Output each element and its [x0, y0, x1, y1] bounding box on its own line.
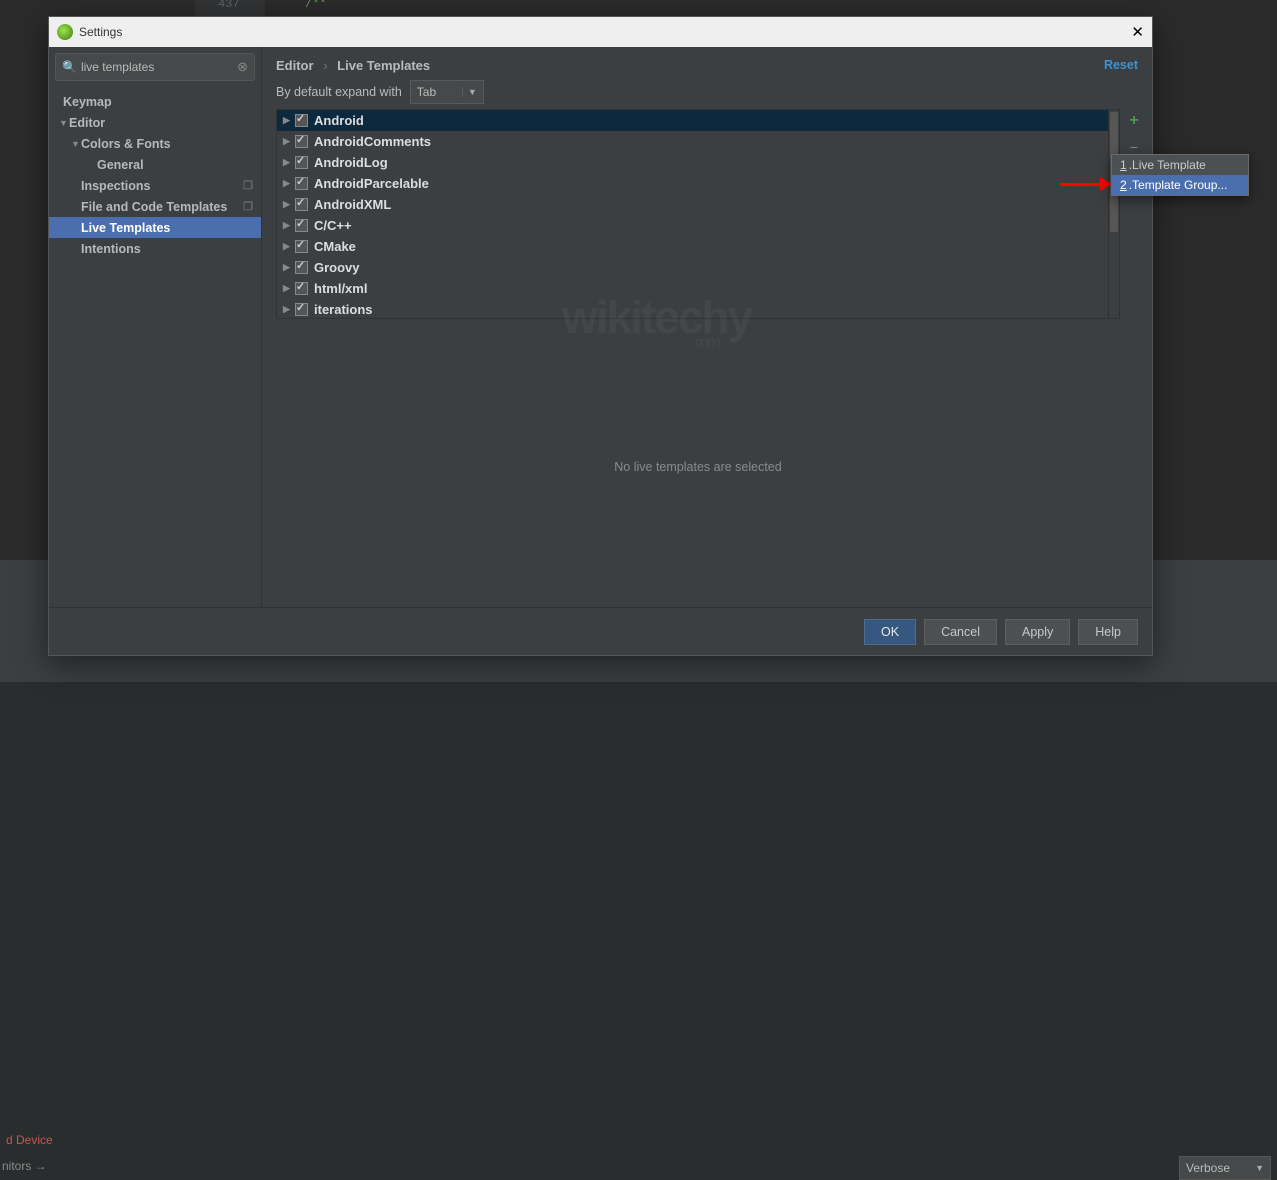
template-group-label: C/C++	[314, 218, 352, 233]
template-group-label: html/xml	[314, 281, 367, 296]
dialog-body: 🔍 ⊗ Keymap ▼Editor ▼Colors & Fonts Gener…	[49, 47, 1152, 607]
checkbox[interactable]	[295, 198, 308, 211]
checkbox[interactable]	[295, 156, 308, 169]
cancel-button[interactable]: Cancel	[924, 619, 997, 645]
template-group-row[interactable]: ▶ Android	[277, 110, 1119, 131]
expand-with-label: By default expand with	[276, 85, 402, 99]
dialog-titlebar[interactable]: Settings ✕	[49, 17, 1152, 47]
clear-search-icon[interactable]: ⊗	[237, 59, 248, 75]
gear-icon: ❐	[243, 200, 253, 213]
tree-node-keymap[interactable]: Keymap	[49, 91, 261, 112]
settings-sidebar: 🔍 ⊗ Keymap ▼Editor ▼Colors & Fonts Gener…	[49, 47, 262, 607]
chevron-down-icon: ▼	[59, 118, 69, 128]
template-group-row[interactable]: ▶ iterations	[277, 299, 1119, 320]
help-button[interactable]: Help	[1078, 619, 1138, 645]
checkbox[interactable]	[295, 219, 308, 232]
add-button[interactable]: +	[1123, 110, 1145, 132]
breadcrumb-row: Editor › Live Templates Reset	[262, 47, 1152, 75]
chevron-right-icon: ▶	[283, 262, 295, 273]
template-group-label: Android	[314, 113, 364, 128]
tree-node-inspections[interactable]: Inspections❐	[49, 175, 261, 196]
expand-with-row: By default expand with Tab ▼	[262, 75, 1152, 109]
chevron-right-icon: ▶	[283, 199, 295, 210]
chevron-right-icon: ▶	[283, 220, 295, 231]
template-group-label: AndroidParcelable	[314, 176, 429, 191]
checkbox[interactable]	[295, 135, 308, 148]
checkbox[interactable]	[295, 177, 308, 190]
template-group-label: AndroidLog	[314, 155, 388, 170]
chevron-right-icon: ▶	[283, 157, 295, 168]
empty-message: No live templates are selected	[276, 327, 1120, 607]
chevron-right-icon: ▶	[283, 241, 295, 252]
template-group-row[interactable]: ▶ Groovy	[277, 257, 1119, 278]
template-group-label: AndroidXML	[314, 197, 391, 212]
checkbox[interactable]	[295, 303, 308, 316]
checkbox[interactable]	[295, 240, 308, 253]
content-area: wikitechy .com ▶Android▶AndroidComments▶…	[262, 109, 1152, 607]
tree-node-file-code-templates[interactable]: File and Code Templates❐	[49, 196, 261, 217]
popup-item-live-template[interactable]: 1. Live Template	[1112, 155, 1248, 175]
gear-icon: ❐	[243, 179, 253, 192]
popup-item-template-group[interactable]: 2. Template Group...	[1112, 175, 1248, 195]
ok-button[interactable]: OK	[864, 619, 916, 645]
verbose-value: Verbose	[1186, 1161, 1230, 1175]
template-group-label: iterations	[314, 302, 373, 317]
resize-grip[interactable]: ::::::::	[276, 319, 1120, 327]
template-group-row[interactable]: ▶ AndroidParcelable	[277, 173, 1119, 194]
chevron-right-icon: ▶	[283, 304, 295, 315]
settings-main: Editor › Live Templates Reset By default…	[262, 47, 1152, 607]
monitors-label[interactable]: nitors →	[0, 1155, 49, 1177]
chevron-down-icon: ▼	[1255, 1163, 1264, 1173]
templates-list-panel: wikitechy .com ▶Android▶AndroidComments▶…	[276, 109, 1120, 319]
template-group-row[interactable]: ▶ html/xml	[277, 278, 1119, 299]
scrollbar[interactable]	[1108, 110, 1119, 318]
chevron-right-icon: ▶	[283, 178, 295, 189]
tree-node-general[interactable]: General	[49, 154, 261, 175]
search-input[interactable]	[81, 60, 237, 74]
tree-node-live-templates[interactable]: Live Templates	[49, 217, 261, 238]
checkbox[interactable]	[295, 261, 308, 274]
dialog-footer: OK Cancel Apply Help	[49, 607, 1152, 655]
templates-column: wikitechy .com ▶Android▶AndroidComments▶…	[276, 109, 1120, 607]
template-group-row[interactable]: ▶ C/C++	[277, 215, 1119, 236]
template-group-label: AndroidComments	[314, 134, 431, 149]
search-field[interactable]: 🔍 ⊗	[55, 53, 255, 81]
chevron-right-icon: ▶	[283, 136, 295, 147]
breadcrumb: Editor › Live Templates	[276, 58, 430, 73]
tree-node-colors-fonts[interactable]: ▼Colors & Fonts	[49, 133, 261, 154]
add-popup-menu: 1. Live Template 2. Template Group...	[1111, 154, 1249, 196]
template-group-label: CMake	[314, 239, 356, 254]
line-number: 437	[218, 0, 240, 11]
template-group-row[interactable]: ▶ AndroidLog	[277, 152, 1119, 173]
settings-tree: Keymap ▼Editor ▼Colors & Fonts General I…	[49, 85, 261, 607]
settings-dialog: Settings ✕ 🔍 ⊗ Keymap ▼Editor ▼Colors & …	[48, 16, 1153, 656]
checkbox[interactable]	[295, 282, 308, 295]
template-group-row[interactable]: ▶ AndroidXML	[277, 194, 1119, 215]
template-group-row[interactable]: ▶ AndroidComments	[277, 131, 1119, 152]
tree-node-intentions[interactable]: Intentions	[49, 238, 261, 259]
code-fragment: /**	[305, 0, 327, 11]
checkbox[interactable]	[295, 114, 308, 127]
apply-button[interactable]: Apply	[1005, 619, 1070, 645]
chevron-down-icon: ▼	[462, 87, 477, 97]
tree-node-editor[interactable]: ▼Editor	[49, 112, 261, 133]
expand-with-dropdown[interactable]: Tab ▼	[410, 80, 484, 104]
reset-link[interactable]: Reset	[1104, 58, 1138, 72]
breadcrumb-separator: ›	[323, 58, 327, 73]
chevron-down-icon: ▼	[71, 139, 81, 149]
chevron-right-icon: ▶	[283, 115, 295, 126]
dialog-title: Settings	[79, 25, 122, 39]
app-icon	[57, 24, 73, 40]
templates-list[interactable]: ▶ Android ▶ AndroidComments ▶ AndroidLog ▶ Andr…	[277, 110, 1119, 320]
devices-label[interactable]: d Device	[0, 1129, 59, 1151]
close-icon[interactable]: ✕	[1131, 23, 1144, 41]
template-group-row[interactable]: ▶ CMake	[277, 236, 1119, 257]
search-icon: 🔍	[62, 60, 77, 74]
chevron-right-icon: ▶	[283, 283, 295, 294]
template-group-label: Groovy	[314, 260, 360, 275]
verbose-dropdown[interactable]: Verbose ▼	[1179, 1156, 1271, 1180]
